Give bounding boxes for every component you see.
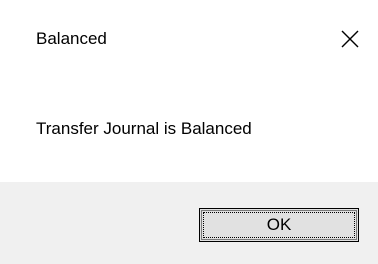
ok-button-label: OK (266, 215, 292, 234)
window-title: Balanced (36, 29, 107, 48)
button-bar: OK (0, 182, 378, 264)
close-button[interactable] (328, 22, 372, 54)
message-dialog: Balanced Transfer Journal is Balanced OK (0, 0, 378, 264)
title-bar: Balanced (0, 0, 378, 80)
ok-button[interactable]: OK (199, 208, 359, 242)
message-text: Transfer Journal is Balanced (36, 119, 252, 138)
close-icon (341, 30, 359, 48)
dialog-body: Transfer Journal is Balanced (0, 80, 378, 182)
